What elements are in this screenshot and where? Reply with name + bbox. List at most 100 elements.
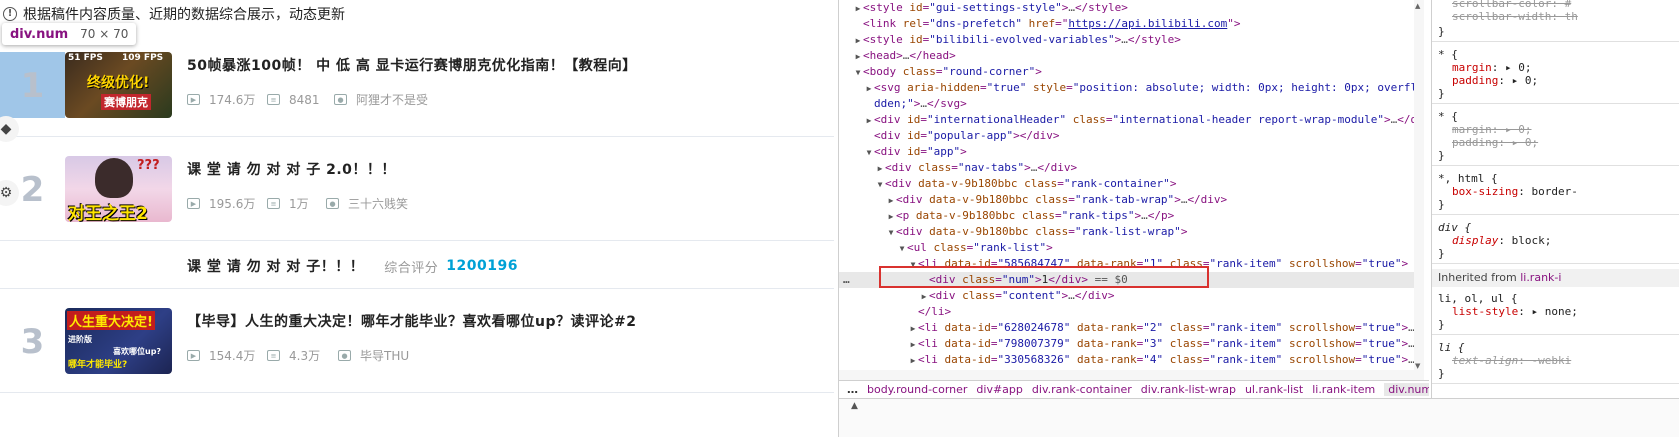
video-title[interactable]: 课 堂 请 勿 对 对 子 2.0！！！ — [187, 159, 396, 179]
node-menu-icon[interactable]: … — [843, 272, 850, 288]
code-token: … — [1121, 33, 1128, 46]
rank-item-3[interactable]: 3 人生重大决定! 进阶版 喜欢哪位up? 哪年才能毕业? 【毕导】人生的重大决… — [0, 289, 834, 393]
rank-item-2[interactable]: 2 ??? 对王之王2 课 堂 请 勿 对 对 子 2.0！！！ ▶ 195.6万… — [0, 137, 834, 241]
dom-node[interactable]: ▶ <li data-id="330568326" data-rank="4" c… — [839, 352, 1423, 368]
code-token: > — [1035, 273, 1042, 286]
code-token: <div — [874, 145, 908, 158]
dom-node[interactable]: ▼ <body class="round-corner"> — [839, 64, 1423, 80]
code-token: class — [1035, 193, 1069, 206]
expand-arrow-icon[interactable]: ▶ — [908, 353, 918, 369]
dom-node[interactable]: ▼ <div data-v-9b180bbc class="rank-contai… — [839, 176, 1423, 192]
breadcrumb-item[interactable]: li.rank-item — [1312, 383, 1375, 396]
styles-pane: scrollbar-color: # scrollbar-width: th} * … — [1431, 0, 1679, 398]
related-title[interactable]: 课 堂 请 勿 对 对 子！！！ — [187, 256, 364, 276]
drawer-bar[interactable]: ▲ — [839, 398, 1679, 437]
scroll-down-icon[interactable]: ▼ — [1415, 362, 1420, 370]
code-token: = — [920, 145, 927, 158]
code-token: "rank-list" — [973, 241, 1047, 254]
expand-arrow-icon[interactable]: ▶ — [886, 193, 896, 209]
dom-node-selected[interactable]: … <div class="num">1</div> == $0 — [839, 272, 1423, 288]
expand-arrow-icon[interactable]: ▶ — [919, 289, 929, 305]
expand-arrow-icon[interactable]: ▶ — [908, 321, 918, 337]
elements-scrollbar[interactable]: ▲ ▼ — [1414, 0, 1424, 380]
dom-node[interactable]: ▶ <style id="gui-settings-style">…</style… — [839, 0, 1423, 16]
code-token: > — [1169, 177, 1177, 190]
collapse-arrow-icon[interactable]: ▼ — [853, 65, 863, 81]
video-thumbnail[interactable]: ??? 对王之王2 — [65, 156, 172, 222]
dom-node[interactable]: <link rel="dns-prefetch" href="https://a… — [839, 16, 1423, 32]
code-token: "585684747" — [997, 257, 1071, 270]
expand-arrow-icon[interactable]: ▶ — [908, 337, 918, 353]
code-token: = — [1355, 257, 1362, 270]
dom-node[interactable]: ▶ <head>…</head> — [839, 48, 1423, 64]
code-token: > — [1180, 225, 1188, 238]
dom-node[interactable]: ▶ <style id="bilibili-evolved-variables">… — [839, 32, 1423, 48]
code-token: data-rank — [1076, 353, 1137, 366]
horizontal-scrollbar[interactable] — [839, 370, 1414, 380]
code-token: "330568326" — [997, 353, 1071, 366]
code-token: class — [1035, 225, 1069, 238]
uploader-name[interactable]: 三十六贱笑 — [348, 195, 408, 212]
rank-item-1[interactable]: 1 51 FPS 109 FPS 终级优化! 赛博朋克 50帧暴涨100帧！ 中… — [0, 52, 834, 137]
dom-node[interactable]: dden;">…</svg> — [839, 96, 1423, 112]
code-token: data-v-9b180bbc — [929, 225, 1029, 238]
expand-arrow-icon[interactable]: ▶ — [864, 113, 874, 129]
code-token: <ul — [907, 241, 934, 254]
video-thumbnail[interactable]: 人生重大决定! 进阶版 喜欢哪位up? 哪年才能毕业? — [65, 308, 172, 374]
dom-node[interactable]: ▶ <p data-v-9b180bbc class="rank-tips">…<… — [839, 208, 1423, 224]
dom-node[interactable]: <div id="popular-app"></div> — [839, 128, 1423, 144]
collapse-arrow-icon[interactable]: ▼ — [908, 257, 918, 273]
video-title[interactable]: 50帧暴涨100帧！ 中 低 高 显卡运行赛博朋克优化指南！【教程向】 — [187, 55, 637, 75]
code-token: <style — [863, 33, 910, 46]
dom-node[interactable]: ▶ <li data-id="628024678" data-rank="2" c… — [839, 320, 1423, 336]
breadcrumb-overflow[interactable]: … — [847, 383, 858, 396]
code-token: ></div> — [1013, 129, 1060, 142]
scroll-up-icon[interactable]: ▲ — [1415, 2, 1420, 10]
dom-node[interactable]: ▶ <div data-v-9b180bbc class="rank-tab-wr… — [839, 192, 1423, 208]
inherited-source: li.rank-i — [1520, 271, 1562, 284]
breadcrumb-item[interactable]: div.rank-list-wrap — [1141, 383, 1236, 396]
expand-arrow-icon[interactable]: ▶ — [875, 161, 885, 177]
breadcrumb-item[interactable]: div.rank-container — [1032, 383, 1132, 396]
expand-arrow-icon[interactable]: ▶ — [853, 1, 863, 17]
code-token[interactable]: https://api.bilibili.com — [1068, 17, 1227, 30]
dom-node[interactable]: ▼ <li data-id="585684747" data-rank="1" c… — [839, 256, 1423, 272]
collapse-arrow-icon[interactable]: ▼ — [864, 145, 874, 161]
chevron-up-icon[interactable]: ▲ — [851, 401, 858, 411]
rule-divider — [1432, 165, 1679, 166]
breadcrumb-item[interactable]: div#app — [976, 383, 1022, 396]
expand-arrow-icon[interactable]: ▶ — [886, 209, 896, 225]
code-token: "rank-list-wrap" — [1074, 225, 1181, 238]
dom-node[interactable]: ▶ <li data-id="798007379" data-rank="3" c… — [839, 336, 1423, 352]
dom-node[interactable]: ▼ <div data-v-9b180bbc class="rank-list-w… — [839, 224, 1423, 240]
expand-arrow-icon[interactable]: ▶ — [853, 49, 863, 65]
rank-item-2-related[interactable]: 课 堂 请 勿 对 对 子！！！ 综合评分 1200196 — [0, 241, 834, 289]
expand-arrow-icon[interactable]: ▶ — [864, 81, 874, 97]
code-token: "app" — [927, 145, 961, 158]
breadcrumb-item[interactable]: ul.rank-list — [1245, 383, 1303, 396]
video-title[interactable]: 【毕导】人生的重大决定！哪年才能毕业？喜欢看哪位up？读评论#2 — [187, 311, 636, 331]
dom-node[interactable]: ▶ <div id="internationalHeader" class="in… — [839, 112, 1423, 128]
collapse-arrow-icon[interactable]: ▼ — [875, 177, 885, 193]
uploader-name[interactable]: 毕导THU — [360, 347, 409, 364]
dom-node[interactable]: ▶ <div class="content">…</div> — [839, 288, 1423, 304]
code-token: = — [1054, 209, 1062, 222]
video-thumbnail[interactable]: 51 FPS 109 FPS 终级优化! 赛博朋克 — [65, 52, 172, 118]
uploader-name[interactable]: 阿狸才不是受 — [356, 91, 428, 108]
danmaku-icon: ≡ — [267, 94, 280, 105]
collapse-arrow-icon[interactable]: ▼ — [897, 241, 907, 257]
dom-node[interactable]: </li> — [839, 304, 1423, 320]
breadcrumb-item[interactable]: div.num — [1384, 383, 1429, 396]
dom-node[interactable]: ▼ <div id="app"> — [839, 144, 1423, 160]
elements-tree[interactable]: ▶ <style id="gui-settings-style">…</style… — [839, 0, 1423, 380]
dom-node[interactable]: ▶ <svg aria-hidden="true" style="position… — [839, 80, 1423, 96]
dom-node[interactable]: ▶ <div class="nav-tabs">…</div> — [839, 160, 1423, 176]
collapse-arrow-icon[interactable]: ▼ — [886, 225, 896, 241]
breadcrumb-item[interactable]: body.round-corner — [867, 383, 967, 396]
dom-node[interactable]: ▼ <ul class="rank-list"> — [839, 240, 1423, 256]
expand-arrow-icon[interactable]: ▶ — [853, 33, 863, 49]
